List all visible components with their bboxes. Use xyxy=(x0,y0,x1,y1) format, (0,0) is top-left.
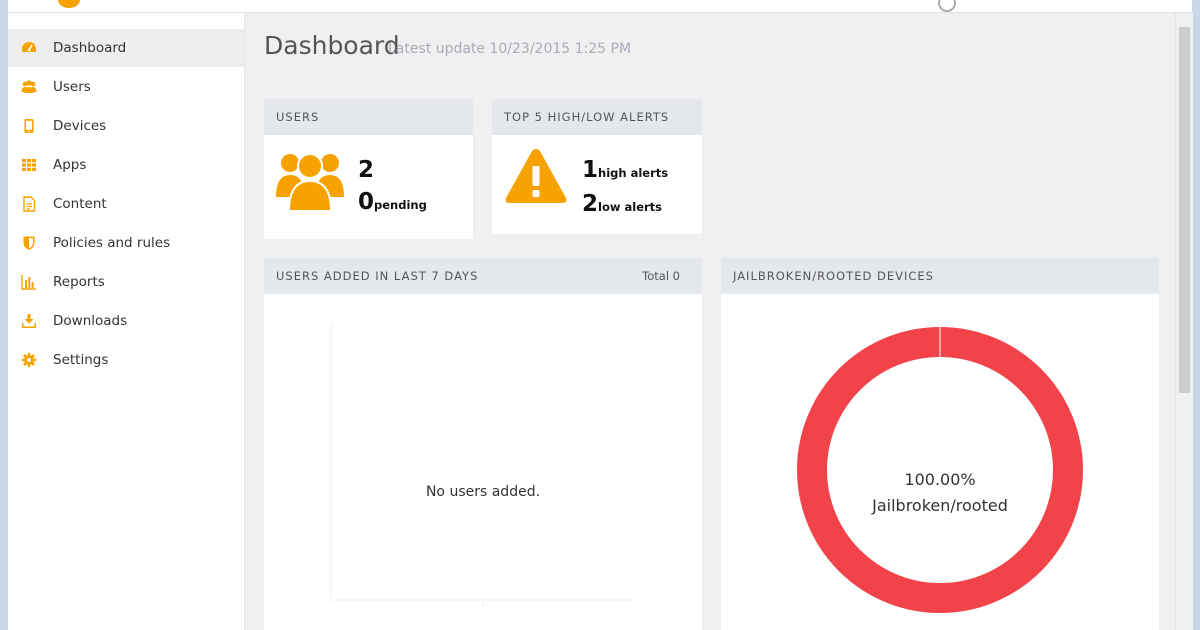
scrollbar-thumb[interactable] xyxy=(1179,27,1190,393)
users-added-card[interactable]: USERS ADDED IN LAST 7 DAYS Total 0 No us… xyxy=(264,258,702,630)
users-added-chart-axes xyxy=(330,324,636,606)
bar-chart-icon xyxy=(21,275,36,290)
sidebar-item-policies[interactable]: Policies and rules xyxy=(8,224,244,262)
sidebar-item-dashboard[interactable]: Dashboard xyxy=(8,29,244,67)
sidebar-item-settings[interactable]: Settings xyxy=(8,341,244,379)
shield-icon xyxy=(23,236,35,250)
sidebar-item-label: Dashboard xyxy=(53,40,127,56)
device-icon xyxy=(24,119,34,133)
users-icon xyxy=(21,80,37,93)
low-alerts-label: low alerts xyxy=(598,200,663,214)
card-header: JAILBROKEN/ROOTED DEVICES xyxy=(721,258,1159,294)
gear-icon xyxy=(21,352,37,368)
sidebar-item-reports[interactable]: Reports xyxy=(8,263,244,301)
card-header: USERS ADDED IN LAST 7 DAYS Total 0 xyxy=(264,258,702,294)
card-title: JAILBROKEN/ROOTED DEVICES xyxy=(733,269,934,283)
dashboard-icon xyxy=(22,42,36,52)
card-header: USERS xyxy=(264,99,473,135)
user-menu-icon[interactable] xyxy=(938,0,956,12)
sidebar-item-devices[interactable]: Devices xyxy=(8,107,244,145)
sidebar-item-users[interactable]: Users xyxy=(8,68,244,106)
document-icon xyxy=(23,196,36,212)
sidebar-item-label: Devices xyxy=(53,118,107,134)
high-alerts-row: 1high alerts xyxy=(582,157,668,183)
top-bar xyxy=(8,0,1192,13)
high-alerts-label: high alerts xyxy=(598,166,669,180)
sidebar-item-label: Downloads xyxy=(53,313,128,329)
low-alerts-row: 2low alerts xyxy=(582,191,662,217)
window-frame-left xyxy=(0,0,8,630)
users-pending-row: 0pending xyxy=(358,189,427,215)
sidebar-item-apps[interactable]: Apps xyxy=(8,146,244,184)
users-count: 2 xyxy=(358,157,375,183)
users-count-row: 2 xyxy=(358,157,374,183)
alerts-card[interactable]: TOP 5 HIGH/LOW ALERTS 1high alerts 2low … xyxy=(492,99,702,234)
users-icon xyxy=(276,153,344,211)
download-icon xyxy=(22,314,36,328)
sidebar-item-label: Apps xyxy=(53,157,87,173)
window-frame-right xyxy=(1192,0,1200,630)
sidebar-item-label: Policies and rules xyxy=(53,235,171,251)
main-content: Dashboard Latest update 10/23/2015 1:25 … xyxy=(245,13,1175,630)
jailbroken-card[interactable]: JAILBROKEN/ROOTED DEVICES 100.00% Jailbr… xyxy=(721,258,1159,630)
vertical-scrollbar[interactable] xyxy=(1175,13,1193,630)
sidebar-item-label: Reports xyxy=(53,274,105,290)
warning-icon xyxy=(505,149,567,203)
users-card[interactable]: USERS 2 0pending xyxy=(264,99,473,239)
low-alerts-count: 2 xyxy=(582,191,599,217)
sidebar-item-content[interactable]: Content xyxy=(8,185,244,223)
pending-count: 0 xyxy=(358,189,375,215)
sidebar-item-label: Content xyxy=(53,196,107,212)
jailbroken-donut-chart xyxy=(797,327,1083,613)
card-header: TOP 5 HIGH/LOW ALERTS xyxy=(492,99,702,135)
high-alerts-count: 1 xyxy=(582,157,599,183)
sidebar: Dashboard Users Devices Apps Content Pol… xyxy=(8,13,245,630)
card-title: TOP 5 HIGH/LOW ALERTS xyxy=(504,110,670,124)
donut-label: Jailbroken/rooted xyxy=(872,496,1008,515)
sidebar-item-label: Settings xyxy=(53,352,109,368)
pending-label: pending xyxy=(374,198,427,212)
users-total: Total 0 xyxy=(642,269,680,283)
sidebar-item-label: Users xyxy=(53,79,91,95)
donut-percent: 100.00% xyxy=(904,470,976,489)
empty-state-text: No users added. xyxy=(425,484,541,500)
page-title: Dashboard xyxy=(264,31,400,60)
apps-grid-icon xyxy=(22,159,36,171)
app-logo[interactable] xyxy=(58,0,80,8)
sidebar-item-downloads[interactable]: Downloads xyxy=(8,302,244,340)
card-title: USERS ADDED IN LAST 7 DAYS xyxy=(276,269,479,283)
card-title: USERS xyxy=(276,110,320,124)
last-update-text: Latest update 10/23/2015 1:25 PM xyxy=(388,41,632,57)
